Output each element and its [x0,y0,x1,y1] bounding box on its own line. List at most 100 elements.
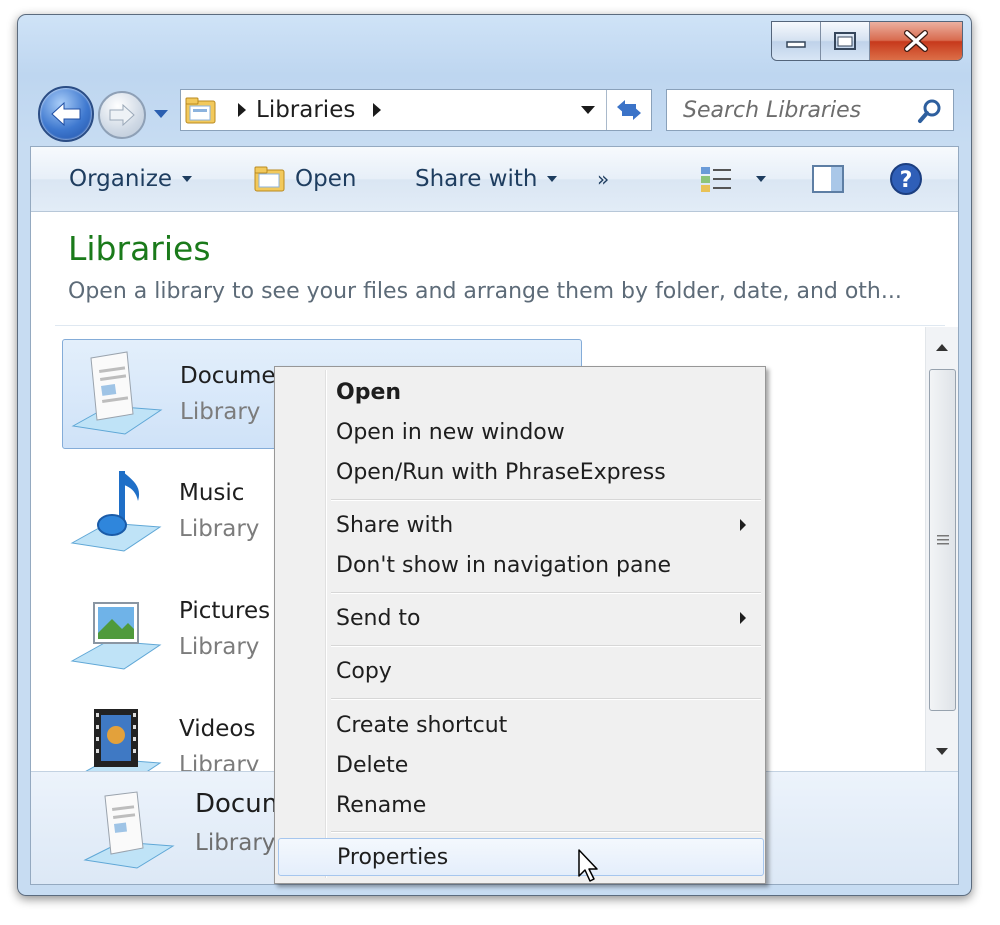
chevron-down-icon [581,106,595,114]
svg-text:?: ? [900,168,913,193]
library-name: Pictures [179,598,271,624]
maximize-button[interactable] [821,22,870,60]
menu-item-create-shortcut[interactable]: Create shortcut [278,706,762,744]
preview-pane-icon [812,165,844,193]
preview-pane-button[interactable] [811,147,845,211]
documents-library-icon [71,351,163,435]
menu-item-label: Open [336,379,402,405]
menu-item-label: Copy [336,658,392,684]
menu-item-label: Open/Run with PhraseExpress [336,459,666,485]
details-type: Library [195,830,276,856]
scroll-up-button[interactable] [926,331,958,363]
back-button[interactable] [38,86,94,142]
breadcrumb-libraries[interactable]: Libraries [256,97,355,123]
more-commands-label: » [597,167,610,191]
music-library-icon [70,471,162,552]
breadcrumb-arrow-icon[interactable] [238,103,246,117]
recent-pages-dropdown[interactable] [152,107,170,121]
menu-separator [331,645,761,647]
caption-buttons [771,21,963,61]
organize-label: Organize [69,166,173,192]
libraries-folder-icon [185,97,216,124]
vertical-scrollbar[interactable] [925,327,958,771]
scroll-thumb[interactable] [929,369,956,711]
menu-item-label: Don't show in navigation pane [336,552,671,578]
address-bar[interactable]: Libraries [180,89,652,131]
chevron-down-icon [154,110,168,118]
pictures-library-icon [70,602,162,670]
menu-item-label: Send to [336,605,421,631]
share-with-label: Share with [415,166,538,192]
menu-item-copy[interactable]: Copy [278,652,762,690]
menu-item-open[interactable]: Open [278,373,762,411]
menu-item-open-new-window[interactable]: Open in new window [278,413,762,451]
back-arrow-icon [51,101,81,127]
open-label: Open [295,166,357,192]
address-dropdown[interactable] [573,90,603,130]
menu-item-open-run-phraseexpress[interactable]: Open/Run with PhraseExpress [278,453,762,491]
search-input[interactable] [681,96,915,124]
library-name: Videos [179,716,256,742]
organize-button[interactable]: Organize [69,147,193,211]
close-button[interactable] [870,22,962,60]
context-menu: Open Open in new window Open/Run with Ph… [274,366,766,884]
page-description: Open a library to see your files and arr… [68,279,902,304]
documents-library-icon [83,791,175,869]
open-folder-icon [254,166,285,192]
submenu-arrow-icon [740,519,746,531]
chevron-down-icon [547,176,558,182]
forward-arrow-icon [109,103,135,127]
menu-separator [331,499,761,501]
search-box[interactable] [666,89,954,131]
submenu-arrow-icon [740,612,746,624]
help-icon: ? [890,163,922,195]
menu-item-label: Rename [336,792,427,818]
menu-item-properties[interactable]: Properties [278,838,764,876]
menu-item-label: Share with [336,512,454,538]
share-with-button[interactable]: Share with [415,147,558,211]
breadcrumb-arrow-icon[interactable] [373,103,382,117]
library-type: Library [180,399,261,425]
chevron-down-icon [756,176,766,182]
header-divider [55,325,945,326]
page-title: Libraries [68,229,211,268]
videos-library-icon [85,709,162,771]
open-button[interactable]: Open [253,147,356,211]
command-bar: Organize Open Share with » ? [31,147,958,212]
refresh-icon [617,100,641,120]
maximize-icon [834,32,856,50]
menu-separator [331,698,761,700]
scroll-up-icon [936,343,948,351]
view-details-icon [701,167,731,192]
menu-item-dont-show-nav-pane[interactable]: Don't show in navigation pane [278,546,762,584]
menu-separator [331,592,761,594]
menu-item-label: Delete [336,752,409,778]
menu-separator [331,831,761,833]
search-icon[interactable] [917,98,943,124]
chevron-down-icon [182,176,193,182]
library-type: Library [179,634,260,660]
view-options-dropdown[interactable] [752,147,766,211]
menu-item-label: Properties [337,844,449,870]
library-type: Library [179,516,260,542]
mouse-cursor-icon [578,849,598,882]
menu-item-share-with[interactable]: Share with [278,506,762,544]
grip-icon [936,535,949,545]
menu-item-send-to[interactable]: Send to [278,599,762,637]
scroll-down-icon [936,747,948,755]
minimize-button[interactable] [772,22,821,60]
help-button[interactable]: ? [889,147,923,211]
menu-item-rename[interactable]: Rename [278,786,762,824]
menu-item-label: Open in new window [336,419,565,445]
minimize-icon [786,41,806,48]
forward-button[interactable] [98,91,146,139]
refresh-button[interactable] [606,90,651,130]
menu-item-delete[interactable]: Delete [278,746,762,784]
more-commands-button[interactable]: » [597,147,609,211]
library-name: Music [179,480,245,506]
scroll-down-button[interactable] [926,735,958,767]
library-type: Library [179,752,260,771]
close-icon [904,30,928,52]
change-view-button[interactable] [699,147,735,211]
menu-item-label: Create shortcut [336,712,508,738]
